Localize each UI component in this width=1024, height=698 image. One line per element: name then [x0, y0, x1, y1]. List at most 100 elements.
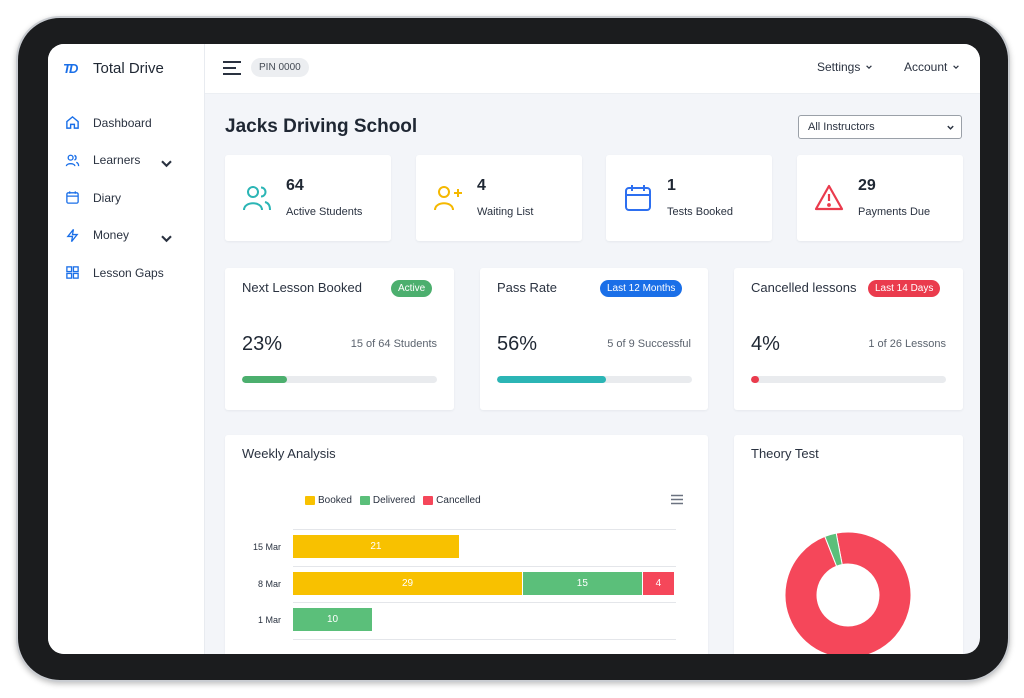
bar-booked[interactable]: 29	[293, 571, 523, 595]
users-icon	[65, 154, 80, 167]
sidebar-item-lesson-gaps[interactable]: Lesson Gaps	[48, 254, 205, 292]
grid-line	[293, 638, 676, 640]
chevron-down-icon	[866, 65, 873, 70]
sidebar: TD Total Drive Dashboard Learners Diary	[48, 44, 205, 654]
main-content: Jacks Driving School All Instructors 64 …	[205, 94, 980, 654]
metric-title: Cancelled lessons	[751, 280, 857, 295]
stat-card-waiting-list[interactable]: 4 Waiting List	[416, 155, 582, 241]
category-label: 15 Mar	[252, 542, 281, 552]
sidebar-item-learners[interactable]: Learners	[48, 142, 205, 180]
progress-track	[751, 376, 946, 383]
metric-percentage: 4%	[751, 333, 780, 355]
tablet-frame: TD Total Drive Dashboard Learners Diary	[16, 16, 1010, 682]
app-logo[interactable]: TD Total Drive	[63, 60, 164, 77]
grid-line	[293, 529, 676, 530]
stat-value: 4	[477, 177, 486, 194]
legend-label: Cancelled	[436, 495, 481, 506]
hamburger-menu-icon[interactable]	[222, 60, 242, 76]
settings-label: Settings	[817, 60, 861, 74]
legend-label: Delivered	[372, 495, 416, 506]
progress-track	[497, 376, 692, 383]
metric-card-cancelled-lessons: Cancelled lessons Last 14 Days 4% 1 of 2…	[734, 268, 963, 410]
category-label: 8 Mar	[257, 578, 281, 589]
sidebar-item-label: Diary	[93, 190, 122, 205]
user-plus-icon	[434, 186, 462, 211]
metric-card-pass-rate: Pass Rate Last 12 Months 56% 5 of 9 Succ…	[480, 268, 708, 410]
stat-value: 1	[667, 177, 676, 194]
chart-legend: Booked Delivered Cancelled	[305, 495, 489, 506]
progress-fill	[497, 376, 607, 383]
stat-label: Active Students	[286, 206, 363, 218]
legend-swatch	[423, 496, 434, 505]
donut-slice[interactable]	[784, 531, 912, 654]
app-screen: TD Total Drive Dashboard Learners Diary	[48, 44, 980, 654]
bar-delivered[interactable]: 10	[293, 608, 372, 631]
instructor-select[interactable]: All Instructors	[798, 115, 962, 139]
top-bar: PIN 0000 Settings Account	[205, 44, 980, 94]
pin-badge: PIN 0000	[251, 58, 309, 77]
metric-percentage: 23%	[242, 333, 283, 355]
instructor-select-value: All Instructors	[808, 121, 875, 133]
progress-fill	[751, 376, 759, 383]
legend-item[interactable]: Delivered	[359, 495, 416, 506]
home-icon	[66, 116, 79, 130]
sidebar-item-label: Money	[93, 228, 130, 243]
legend-item[interactable]: Cancelled	[423, 495, 481, 506]
warning-icon	[814, 184, 844, 211]
sidebar-item-dashboard[interactable]: Dashboard	[48, 104, 205, 142]
bar-cancelled[interactable]: 4	[642, 571, 675, 595]
chevron-down-icon[interactable]	[159, 156, 174, 171]
metric-subtext: 15 of 64 Students	[350, 338, 437, 350]
sidebar-item-label: Learners	[93, 153, 141, 168]
sidebar-item-diary[interactable]: Diary	[48, 179, 205, 217]
stat-card-active-students[interactable]: 64 Active Students	[225, 155, 391, 241]
app-name: Total Drive	[93, 60, 164, 77]
legend-item[interactable]: Booked	[305, 495, 352, 506]
calendar-icon	[66, 191, 79, 205]
weekly-analysis-card: Weekly Analysis Booked Delivered Cancelled…	[225, 435, 708, 654]
stat-value: 64	[286, 177, 304, 194]
stat-label: Tests Booked	[667, 206, 734, 218]
settings-menu[interactable]: Settings	[817, 60, 873, 74]
bar-delivered[interactable]: 15	[523, 571, 642, 595]
account-menu[interactable]: Account	[904, 60, 960, 74]
grid-icon	[66, 266, 79, 280]
stat-label: Waiting List	[477, 206, 534, 218]
grid-line	[293, 602, 676, 603]
chart-title: Weekly Analysis	[242, 446, 336, 461]
stat-label: Payments Due	[858, 206, 931, 218]
theory-test-card: Theory Test	[734, 435, 963, 654]
lightning-icon	[66, 228, 79, 242]
progress-fill	[242, 376, 287, 383]
metric-percentage: 56%	[497, 333, 538, 355]
logo-mark-icon: TD	[63, 60, 78, 76]
chart-menu-icon[interactable]	[670, 494, 684, 505]
status-badge: Active	[391, 280, 433, 297]
sidebar-item-label: Dashboard	[93, 115, 152, 130]
donut-chart	[784, 531, 912, 654]
legend-label: Booked	[318, 495, 352, 506]
chevron-down-icon[interactable]	[159, 231, 174, 246]
status-badge: Last 14 Days	[868, 280, 941, 297]
calendar-icon	[625, 185, 651, 211]
stat-card-payments-due[interactable]: 29 Payments Due	[797, 155, 963, 241]
sidebar-nav: Dashboard Learners Diary Money Lesson Ga…	[48, 104, 205, 292]
sidebar-item-label: Lesson Gaps	[93, 265, 164, 280]
progress-track	[242, 376, 437, 383]
users-icon	[243, 186, 271, 211]
bar-booked[interactable]: 21	[293, 535, 459, 558]
legend-swatch	[359, 496, 370, 505]
page-title: Jacks Driving School	[225, 116, 418, 137]
chevron-down-icon	[953, 65, 960, 70]
category-label: 1 Mar	[257, 615, 281, 625]
status-badge: Last 12 Months	[600, 280, 683, 297]
legend-swatch	[305, 496, 315, 505]
account-label: Account	[904, 60, 948, 74]
metric-subtext: 1 of 26 Lessons	[868, 338, 946, 350]
stat-card-tests-booked[interactable]: 1 Tests Booked	[606, 155, 772, 241]
sidebar-item-money[interactable]: Money	[48, 217, 205, 255]
stat-value: 29	[858, 177, 876, 194]
metric-subtext: 5 of 9 Successful	[607, 338, 691, 350]
metric-card-next-lesson: Next Lesson Booked Active 23% 15 of 64 S…	[225, 268, 454, 410]
metric-title: Pass Rate	[497, 280, 557, 295]
